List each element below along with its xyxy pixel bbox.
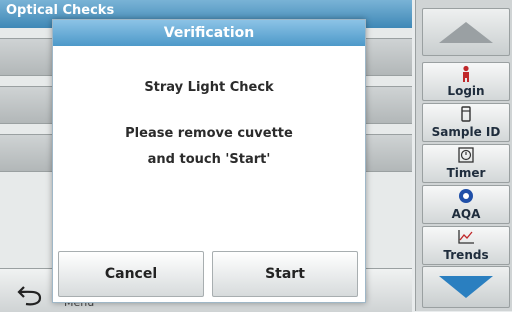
background-title: Optical Checks bbox=[6, 3, 115, 18]
sample-id-label: Sample ID bbox=[431, 125, 501, 139]
sample-id-icon bbox=[423, 106, 509, 123]
arrow-up-icon bbox=[439, 22, 493, 43]
dialog-title: Verification bbox=[53, 20, 365, 46]
right-toolbar: Login Sample ID Timer AQA Trends bbox=[415, 0, 512, 311]
aqa-button[interactable]: AQA bbox=[422, 185, 510, 224]
back-button[interactable] bbox=[12, 274, 52, 308]
timer-icon bbox=[423, 147, 509, 164]
trends-label: Trends bbox=[443, 248, 489, 262]
dialog-message-line-2: and touch 'Start' bbox=[147, 152, 271, 167]
back-arrow-icon bbox=[17, 286, 42, 306]
trends-button[interactable]: Trends bbox=[422, 226, 510, 265]
person-icon bbox=[423, 65, 509, 82]
scroll-up-button[interactable] bbox=[422, 8, 510, 56]
timer-button[interactable]: Timer bbox=[422, 144, 510, 183]
dialog-message-line-1: Please remove cuvette bbox=[125, 126, 293, 141]
scroll-down-button[interactable] bbox=[422, 266, 510, 308]
arrow-down-icon bbox=[439, 276, 493, 298]
timer-label: Timer bbox=[446, 166, 486, 180]
verification-dialog: Verification Stray Light Check Please re… bbox=[52, 19, 366, 303]
sample-id-button[interactable]: Sample ID bbox=[422, 103, 510, 142]
aqa-icon bbox=[423, 188, 509, 205]
aqa-label: AQA bbox=[451, 207, 481, 221]
cancel-button[interactable]: Cancel bbox=[58, 251, 204, 297]
start-button[interactable]: Start bbox=[212, 251, 358, 297]
login-label: Login bbox=[447, 84, 485, 98]
dialog-heading: Stray Light Check bbox=[144, 80, 274, 95]
trends-icon bbox=[423, 229, 509, 246]
login-button[interactable]: Login bbox=[422, 62, 510, 101]
